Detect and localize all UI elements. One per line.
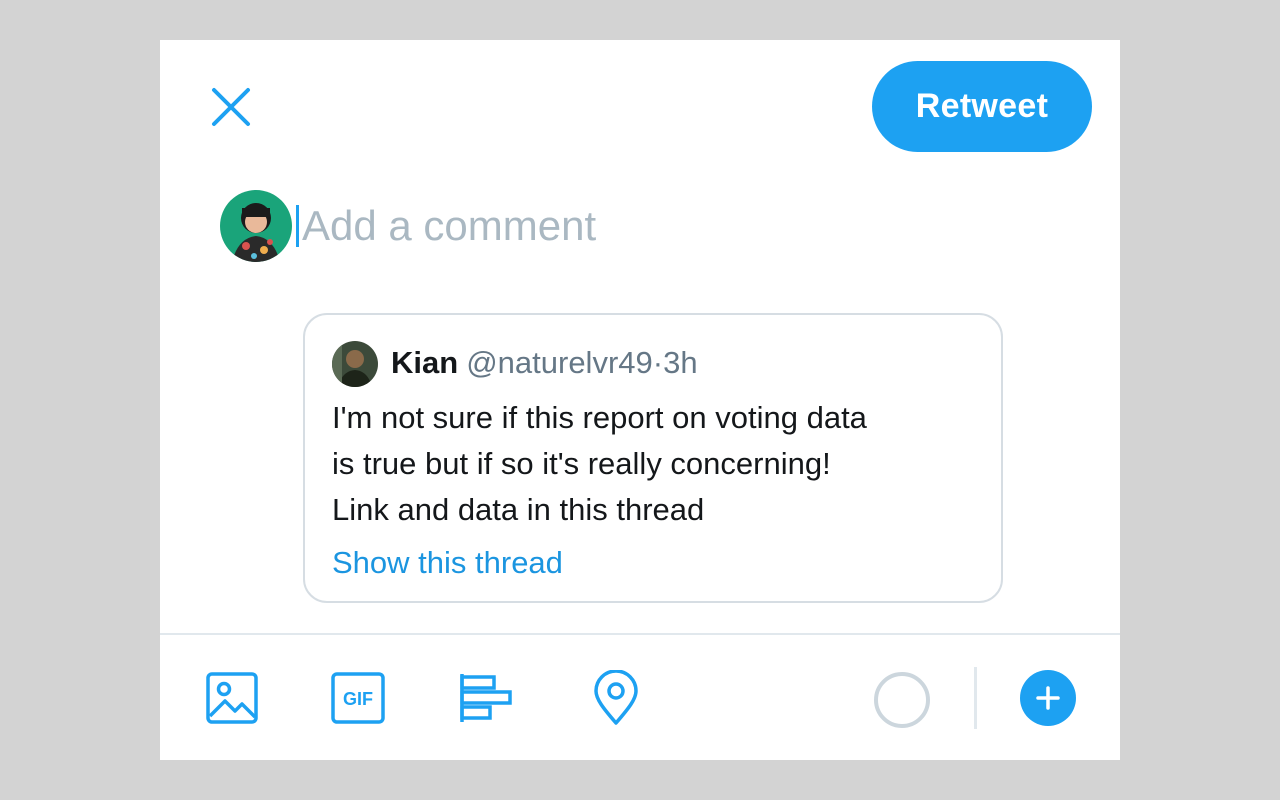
header-separator: · (652, 345, 664, 380)
poll-icon (460, 674, 512, 722)
add-image-button[interactable] (202, 668, 262, 728)
show-thread-link[interactable]: Show this thread (332, 545, 563, 581)
gif-label: GIF (343, 689, 373, 709)
toolbar-divider (160, 633, 1120, 635)
location-icon (594, 670, 638, 725)
gif-icon: GIF (331, 672, 385, 724)
quoted-user-name[interactable]: Kian (391, 345, 458, 380)
quoted-tweet-time[interactable]: 3h (663, 345, 697, 380)
retweet-compose-dialog: Retweet Kian@naturelvr49·3h I (160, 40, 1120, 760)
add-location-button[interactable] (586, 668, 646, 728)
quoted-avatar (332, 341, 378, 387)
add-poll-button[interactable] (456, 668, 516, 728)
avatar[interactable] (220, 190, 292, 262)
close-icon (212, 88, 250, 126)
quoted-tweet-card[interactable]: Kian @naturelvr49·3h I'm not sure if this… (303, 313, 1003, 603)
text-cursor (296, 205, 299, 247)
add-gif-button[interactable]: GIF (328, 668, 388, 728)
close-button[interactable] (208, 84, 254, 130)
quoted-tweet-header: Kian @naturelvr49·3h (391, 345, 698, 381)
quoted-avatar-image (332, 341, 378, 387)
character-count-ring (874, 672, 930, 728)
user-avatar-image (220, 190, 292, 262)
retweet-button[interactable]: Retweet (872, 61, 1092, 152)
toolbar-separator (974, 667, 977, 729)
add-tweet-button[interactable] (1020, 670, 1076, 726)
quoted-user-handle[interactable]: @naturelvr49 (466, 345, 653, 380)
image-icon (206, 672, 258, 724)
quoted-tweet-text: I'm not sure if this report on voting da… (332, 400, 867, 527)
plus-icon (1036, 686, 1060, 710)
comment-input[interactable] (302, 200, 822, 252)
